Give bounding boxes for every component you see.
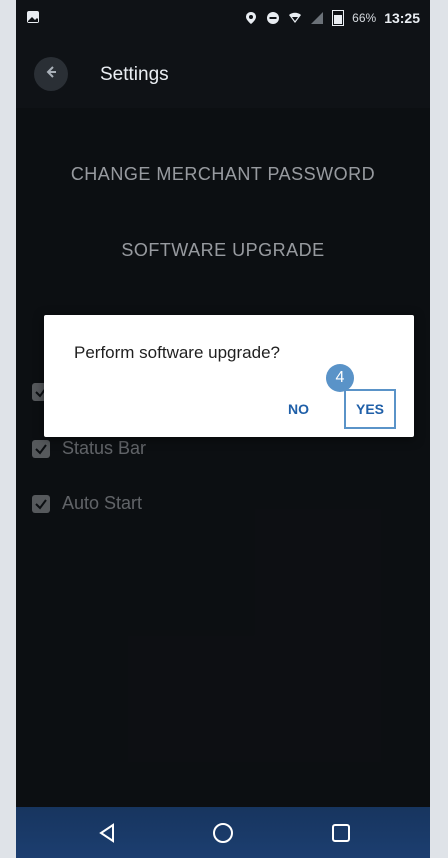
battery-icon [332, 10, 345, 26]
dialog-message: Perform software upgrade? [74, 343, 280, 362]
arrow-left-icon [43, 64, 59, 85]
home-circle-icon[interactable] [210, 820, 236, 846]
battery-percent: 66% [352, 11, 377, 25]
yes-button[interactable]: YES [344, 389, 396, 429]
status-bar: 66% 13:25 [16, 0, 430, 40]
no-button[interactable]: NO [288, 401, 309, 417]
recents-square-icon[interactable] [328, 820, 354, 846]
modal-overlay [16, 108, 430, 807]
device-screen: 66% 13:25 Settings CHANGE MERCHANT PASSW… [16, 0, 430, 858]
status-icons: 66% 13:25 [244, 10, 420, 26]
step-number-badge: 4 [326, 364, 354, 392]
wifi-icon [288, 11, 302, 25]
signal-icon [310, 11, 324, 25]
dnd-icon [266, 11, 280, 25]
back-triangle-icon[interactable] [94, 820, 120, 846]
navigation-bar [16, 807, 430, 858]
status-time: 13:25 [384, 10, 420, 26]
location-icon [244, 11, 258, 25]
image-icon [26, 10, 40, 27]
page-title: Settings [100, 64, 169, 85]
confirm-dialog: Perform software upgrade? NO YES [44, 315, 414, 437]
title-bar: Settings [16, 40, 430, 108]
back-button[interactable] [34, 57, 68, 91]
yes-button-label: YES [355, 401, 384, 417]
